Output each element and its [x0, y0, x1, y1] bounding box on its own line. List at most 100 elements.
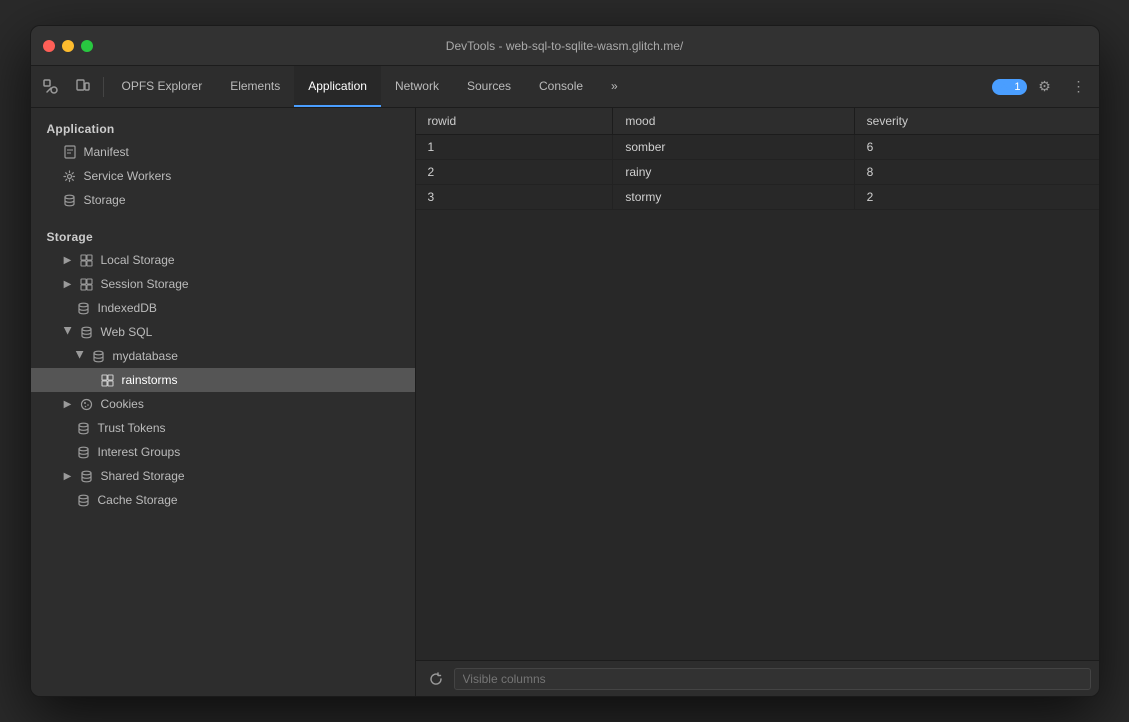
rainstorms-label: rainstorms	[122, 373, 178, 387]
window-title: DevTools - web-sql-to-sqlite-wasm.glitch…	[446, 39, 683, 53]
interest-groups-label: Interest Groups	[98, 445, 181, 459]
traffic-lights	[43, 40, 93, 52]
shared-storage-label: Shared Storage	[101, 469, 185, 483]
tab-elements[interactable]: Elements	[216, 66, 294, 107]
chevron-right-icon-cookies: ▶	[63, 399, 73, 409]
session-storage-label: Session Storage	[101, 277, 189, 291]
service-workers-label: Service Workers	[84, 169, 172, 183]
chevron-down-icon: ▶	[63, 327, 73, 337]
cookies-label: Cookies	[101, 397, 144, 411]
bottom-bar	[416, 660, 1099, 696]
sidebar-item-mydatabase[interactable]: ▶ mydatabase	[31, 344, 415, 368]
chevron-right-icon-shared: ▶	[63, 471, 73, 481]
minimize-button[interactable]	[62, 40, 74, 52]
col-header-rowid[interactable]: rowid	[416, 108, 613, 135]
manifest-label: Manifest	[84, 145, 129, 159]
tab-sources[interactable]: Sources	[453, 66, 525, 107]
tab-console[interactable]: Console	[525, 66, 597, 107]
cookie-icon	[80, 397, 94, 411]
more-options-button[interactable]: ⋮	[1063, 71, 1095, 103]
tab-more[interactable]: »	[597, 66, 632, 107]
cell-severity: 8	[854, 160, 1098, 185]
sidebar-item-interest-groups[interactable]: Interest Groups	[31, 440, 415, 464]
close-button[interactable]	[43, 40, 55, 52]
cell-mood: somber	[613, 135, 854, 160]
inspector-icon-button[interactable]	[35, 71, 67, 103]
toolbar-divider	[103, 77, 104, 97]
tab-network[interactable]: Network	[381, 66, 453, 107]
db-icon-shared	[80, 469, 94, 483]
db-icon-interest	[77, 445, 91, 459]
toolbar: OPFS Explorer Elements Application Netwo…	[31, 66, 1099, 108]
table-header: rowid mood severity	[416, 108, 1099, 135]
cell-rowid: 1	[416, 135, 613, 160]
chevron-down-icon-mydb: ▶	[75, 351, 85, 361]
device-icon-button[interactable]	[67, 71, 99, 103]
sidebar-item-shared-storage[interactable]: ▶ Shared Storage	[31, 464, 415, 488]
devtools-window: DevTools - web-sql-to-sqlite-wasm.glitch…	[30, 25, 1100, 697]
title-bar: DevTools - web-sql-to-sqlite-wasm.glitch…	[31, 26, 1099, 66]
sidebar-item-cache-storage[interactable]: Cache Storage	[31, 488, 415, 512]
toolbar-tabs: OPFS Explorer Elements Application Netwo…	[108, 66, 632, 107]
sidebar-item-indexeddb[interactable]: IndexedDB	[31, 296, 415, 320]
table-container: rowid mood severity 1 somber 6 2	[416, 108, 1099, 660]
cell-severity: 6	[854, 135, 1098, 160]
cell-severity: 2	[854, 185, 1098, 210]
db-icon-trust	[77, 421, 91, 435]
sidebar-item-rainstorms[interactable]: rainstorms	[31, 368, 415, 392]
grid-icon-session	[80, 277, 94, 291]
col-header-mood[interactable]: mood	[613, 108, 854, 135]
table-body: 1 somber 6 2 rainy 8 3 stormy 2	[416, 135, 1099, 210]
data-table: rowid mood severity 1 somber 6 2	[416, 108, 1099, 210]
chevron-right-icon: ▶	[63, 255, 73, 265]
sidebar-item-web-sql[interactable]: ▶ Web SQL	[31, 320, 415, 344]
indexeddb-label: IndexedDB	[98, 301, 157, 315]
cell-rowid: 3	[416, 185, 613, 210]
sidebar-item-cookies[interactable]: ▶ Cookies	[31, 392, 415, 416]
sidebar-item-service-workers[interactable]: Service Workers	[31, 164, 415, 188]
table-row[interactable]: 3 stormy 2	[416, 185, 1099, 210]
cell-rowid: 2	[416, 160, 613, 185]
sidebar-item-storage[interactable]: Storage	[31, 188, 415, 212]
cache-storage-label: Cache Storage	[98, 493, 178, 507]
db-icon-indexed	[77, 301, 91, 315]
sidebar-item-trust-tokens[interactable]: Trust Tokens	[31, 416, 415, 440]
grid-icon-local	[80, 253, 94, 267]
sidebar-item-manifest[interactable]: Manifest	[31, 140, 415, 164]
sidebar-item-local-storage[interactable]: ▶ Local Storage	[31, 248, 415, 272]
maximize-button[interactable]	[81, 40, 93, 52]
cell-mood: stormy	[613, 185, 854, 210]
local-storage-label: Local Storage	[101, 253, 175, 267]
cell-mood: rainy	[613, 160, 854, 185]
mydatabase-label: mydatabase	[113, 349, 178, 363]
db-icon-websql	[80, 325, 94, 339]
main-content: Application Manifest Service	[31, 108, 1099, 696]
storage-label: Storage	[84, 193, 126, 207]
db-icon-mydb	[92, 349, 106, 363]
content-area: rowid mood severity 1 somber 6 2	[416, 108, 1099, 696]
refresh-button[interactable]	[424, 667, 448, 691]
gear-icon	[63, 169, 77, 183]
application-section-header: Application	[31, 116, 415, 140]
storage-db-icon	[63, 193, 77, 207]
notification-badge[interactable]: 1	[992, 79, 1026, 95]
db-icon-cache	[77, 493, 91, 507]
sidebar: Application Manifest Service	[31, 108, 416, 696]
tab-application[interactable]: Application	[294, 66, 381, 107]
settings-button[interactable]: ⚙	[1029, 71, 1061, 103]
trust-tokens-label: Trust Tokens	[98, 421, 166, 435]
web-sql-label: Web SQL	[101, 325, 153, 339]
tab-opfs-explorer[interactable]: OPFS Explorer	[108, 66, 217, 107]
col-header-severity[interactable]: severity	[854, 108, 1098, 135]
visible-columns-input[interactable]	[454, 668, 1091, 690]
storage-section-header: Storage	[31, 224, 415, 248]
table-row[interactable]: 1 somber 6	[416, 135, 1099, 160]
sidebar-spacer	[31, 212, 415, 224]
table-row[interactable]: 2 rainy 8	[416, 160, 1099, 185]
chevron-right-icon: ▶	[63, 279, 73, 289]
notification-count: 1	[1014, 81, 1020, 93]
sidebar-item-session-storage[interactable]: ▶ Session Storage	[31, 272, 415, 296]
doc-icon	[63, 145, 77, 159]
grid-icon-rainstorms	[101, 373, 115, 387]
toolbar-right: 1 ⚙ ⋮	[992, 71, 1094, 103]
